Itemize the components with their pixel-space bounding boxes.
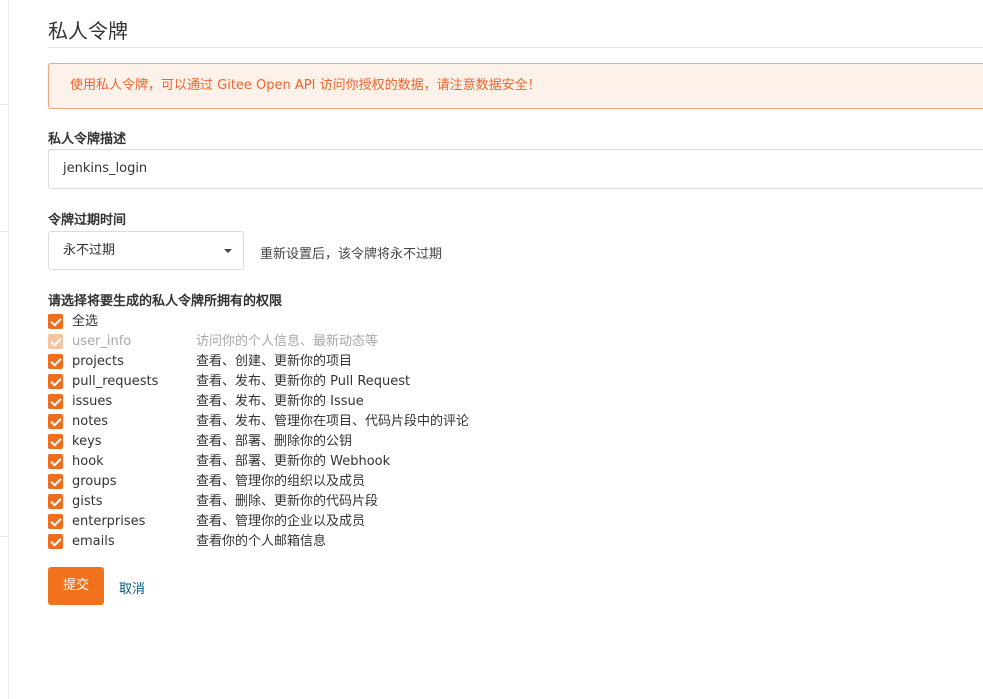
description-input[interactable]: jenkins_login <box>48 149 983 189</box>
permission-row-pull-requests[interactable]: pull_requests 查看、发布、更新你的 Pull Request <box>48 373 548 391</box>
sidebar-divider <box>0 231 8 232</box>
permission-description: 查看、发布、更新你的 Pull Request <box>196 374 411 389</box>
left-sidebar-edge <box>0 0 9 699</box>
permission-name: groups <box>72 474 117 489</box>
permission-description: 查看、管理你的企业以及成员 <box>196 514 366 529</box>
permission-name: emails <box>72 534 115 549</box>
permission-row-projects[interactable]: projects 查看、创建、更新你的项目 <box>48 353 548 371</box>
permission-name: keys <box>72 434 102 449</box>
permission-name: user_info <box>72 334 132 349</box>
permission-checkbox[interactable] <box>48 434 63 449</box>
cancel-link[interactable]: 取消 <box>119 578 145 597</box>
permission-description: 查看、部署、删除你的公钥 <box>196 434 353 449</box>
select-all-label: 全选 <box>72 314 99 329</box>
permission-name: enterprises <box>72 514 146 529</box>
expiry-hint: 重新设置后，该令牌将永不过期 <box>260 247 443 262</box>
permission-description: 查看、管理你的组织以及成员 <box>196 474 366 489</box>
permission-name: gists <box>72 494 103 509</box>
permission-description: 查看、创建、更新你的项目 <box>196 354 353 369</box>
permission-checkbox[interactable] <box>48 454 63 469</box>
permission-row-notes[interactable]: notes 查看、发布、管理你在项目、代码片段中的评论 <box>48 413 548 431</box>
permission-description: 查看、发布、更新你的 Issue <box>196 394 364 409</box>
permission-name: notes <box>72 414 109 429</box>
permission-checkbox[interactable] <box>48 514 63 529</box>
permission-row-keys[interactable]: keys 查看、部署、删除你的公钥 <box>48 433 548 451</box>
expiry-selected-value: 永不过期 <box>63 243 116 258</box>
permission-row-user-info[interactable]: user_info 访问你的个人信息、最新动态等 <box>48 333 548 351</box>
title-divider <box>48 47 983 48</box>
permission-row-groups[interactable]: groups 查看、管理你的组织以及成员 <box>48 473 548 491</box>
expiry-label: 令牌过期时间 <box>48 213 127 228</box>
caret-down-icon <box>224 249 232 253</box>
permission-checkbox[interactable] <box>48 414 63 429</box>
sidebar-divider <box>0 104 8 105</box>
permission-description: 查看、发布、管理你在项目、代码片段中的评论 <box>196 414 470 429</box>
permission-checkbox[interactable] <box>48 534 63 549</box>
permission-checkbox[interactable] <box>48 334 63 349</box>
description-label: 私人令牌描述 <box>48 132 127 147</box>
select-all-row[interactable]: 全选 <box>48 313 548 331</box>
permission-checkbox[interactable] <box>48 474 63 489</box>
permission-row-hook[interactable]: hook 查看、部署、更新你的 Webhook <box>48 453 548 471</box>
select-all-checkbox[interactable] <box>48 314 63 329</box>
permission-row-gists[interactable]: gists 查看、删除、更新你的代码片段 <box>48 493 548 511</box>
security-notice: 使用私人令牌，可以通过 Gitee Open API 访问你授权的数据，请注意数… <box>48 63 983 109</box>
sidebar-divider <box>0 536 8 537</box>
permission-description: 查看你的个人邮箱信息 <box>196 534 327 549</box>
permission-name: hook <box>72 454 104 469</box>
submit-button[interactable]: 提交 <box>48 567 104 605</box>
permission-name: pull_requests <box>72 374 159 389</box>
expiry-select[interactable]: 永不过期 <box>48 231 244 270</box>
permission-checkbox[interactable] <box>48 354 63 369</box>
permission-description: 查看、部署、更新你的 Webhook <box>196 454 391 469</box>
page-title: 私人令牌 <box>48 19 128 43</box>
permission-row-enterprises[interactable]: enterprises 查看、管理你的企业以及成员 <box>48 513 548 531</box>
permission-checkbox[interactable] <box>48 494 63 509</box>
permission-row-issues[interactable]: issues 查看、发布、更新你的 Issue <box>48 393 548 411</box>
permission-description: 查看、删除、更新你的代码片段 <box>196 494 379 509</box>
permission-name: issues <box>72 394 113 409</box>
permission-name: projects <box>72 354 124 369</box>
permission-row-emails[interactable]: emails 查看你的个人邮箱信息 <box>48 533 548 551</box>
permissions-label: 请选择将要生成的私人令牌所拥有的权限 <box>48 294 283 309</box>
permission-checkbox[interactable] <box>48 374 63 389</box>
permission-checkbox[interactable] <box>48 394 63 409</box>
permission-description: 访问你的个人信息、最新动态等 <box>196 334 379 349</box>
